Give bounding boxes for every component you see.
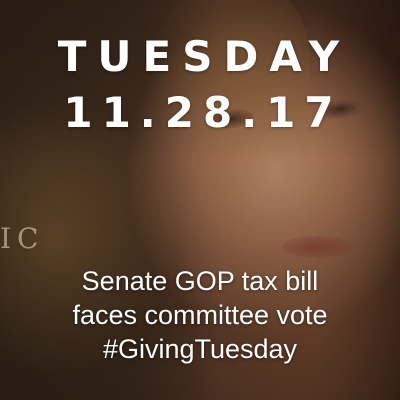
- day-heading: TUESDAY: [57, 32, 351, 81]
- news-card: IC TUESDAY 11.28.17 Senate GOP tax bill …: [0, 0, 400, 400]
- headline-list: Senate GOP tax bill faces committee vote…: [0, 264, 400, 366]
- headline-item: faces committee vote: [72, 300, 328, 330]
- headline-item: #GivingTuesday: [102, 334, 298, 364]
- headline-item: Senate GOP tax bill: [81, 266, 319, 296]
- background-sign-letters: IC: [0, 222, 45, 255]
- date-heading: 11.28.17: [63, 88, 343, 137]
